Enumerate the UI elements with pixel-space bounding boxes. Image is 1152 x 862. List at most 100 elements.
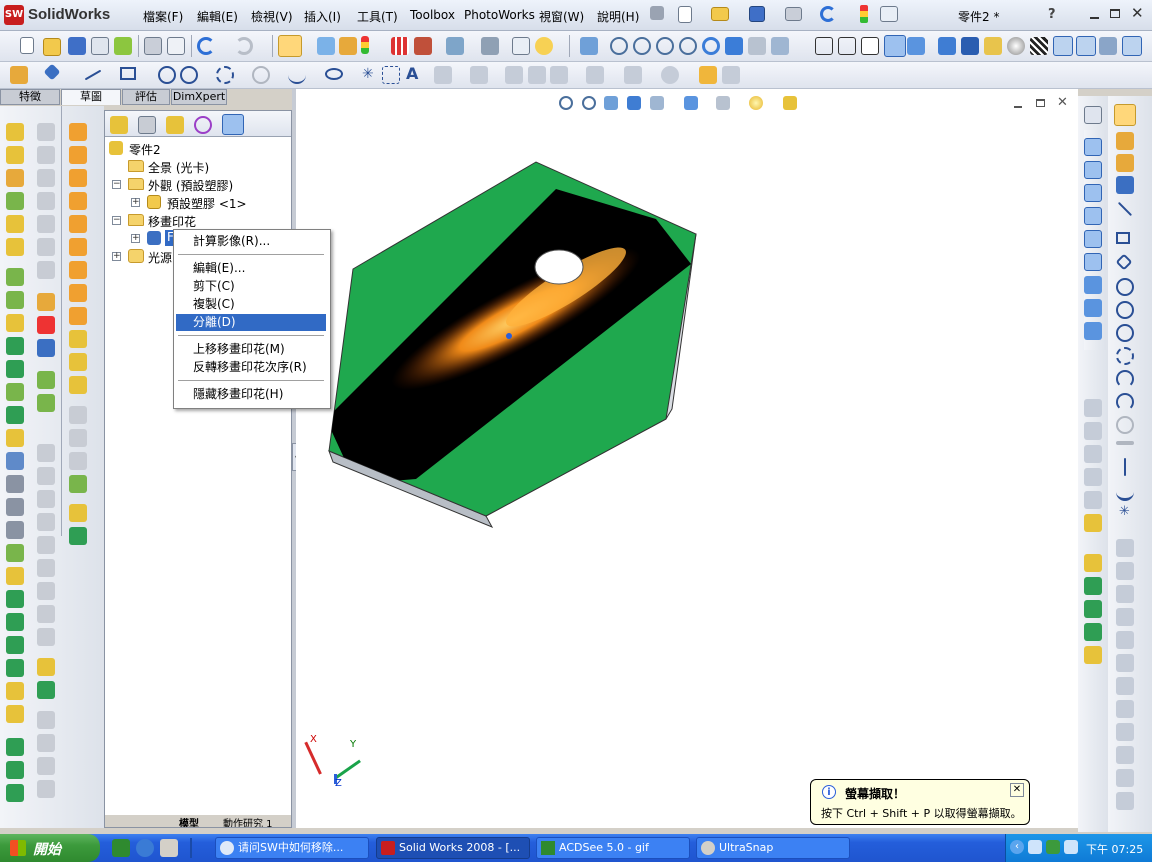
3d-sketch-icon[interactable] xyxy=(1116,154,1134,172)
taskbar-item-browser[interactable]: 请问SW中如何移除... xyxy=(215,837,369,859)
right-view-4-icon[interactable] xyxy=(1084,468,1102,486)
extrude-icon[interactable] xyxy=(6,123,24,141)
menu-photoworks[interactable]: PhotoWorks xyxy=(464,8,535,22)
rebuild-icon[interactable] xyxy=(317,37,335,55)
split-icon[interactable] xyxy=(6,498,24,516)
sweep-icon[interactable] xyxy=(6,169,24,187)
menu-tools[interactable]: 工具(T) xyxy=(357,8,398,25)
print-preview-icon[interactable] xyxy=(167,37,185,55)
menu-view[interactable]: 檢視(V) xyxy=(251,8,293,25)
right-view-10-icon[interactable] xyxy=(1084,623,1102,641)
back-view-icon[interactable] xyxy=(1084,161,1102,179)
sheetmetal-flange-icon[interactable] xyxy=(69,169,87,187)
move-right-icon[interactable] xyxy=(1116,700,1134,718)
rectangle-icon[interactable] xyxy=(120,67,136,80)
left-view-icon[interactable] xyxy=(1084,184,1102,202)
restore-icon[interactable] xyxy=(1110,9,1120,18)
save-icon[interactable] xyxy=(749,6,765,22)
properties-icon[interactable] xyxy=(91,37,109,55)
revolve-icon[interactable] xyxy=(6,146,24,164)
curve-icon[interactable] xyxy=(6,659,24,677)
view-up-icon[interactable] xyxy=(1084,106,1102,124)
line-right-icon[interactable] xyxy=(1117,201,1133,217)
select-arrow-icon[interactable] xyxy=(278,35,302,57)
explode-icon[interactable] xyxy=(481,37,499,55)
open-icon[interactable] xyxy=(43,38,61,56)
expand-icon[interactable]: + xyxy=(131,234,140,243)
undo-icon[interactable] xyxy=(820,6,836,22)
hole-icon[interactable] xyxy=(6,360,24,378)
isometric-view-icon[interactable] xyxy=(1084,276,1102,294)
shadows-icon[interactable] xyxy=(1030,37,1048,55)
dimension-right-icon[interactable] xyxy=(1116,176,1134,194)
fillet-bead-icon[interactable] xyxy=(69,527,87,545)
loft-icon[interactable] xyxy=(6,192,24,210)
freeform-icon[interactable] xyxy=(6,613,24,631)
sketch-move-icon[interactable] xyxy=(37,339,55,357)
centerpoint-arc-right-icon[interactable] xyxy=(1116,393,1134,411)
ctx-edit[interactable]: 編輯(E)... xyxy=(176,260,326,277)
top-view-icon[interactable] xyxy=(1084,230,1102,248)
3point-arc-right-icon[interactable] xyxy=(1116,370,1134,388)
realview-icon[interactable] xyxy=(1007,37,1025,55)
point-right-icon[interactable]: ✳ xyxy=(1119,504,1130,519)
shaded-with-edges-icon[interactable] xyxy=(884,35,906,57)
pattern-icon[interactable] xyxy=(550,66,568,84)
ctx-render-image[interactable]: 計算影像(R)... xyxy=(176,233,326,250)
open-folder-icon[interactable] xyxy=(711,7,729,21)
sheetmetal-form-tool-icon[interactable] xyxy=(69,376,87,394)
sheetmetal-unfold-icon[interactable] xyxy=(69,215,87,233)
ctx-hide-decal[interactable]: 隱藏移畫印花(H) xyxy=(176,386,326,403)
sheetmetal-fold-icon[interactable] xyxy=(69,238,87,256)
graphics-area[interactable]: ✕ X Y Z i 螢幕擷取！ 按下 Ctrl + Shift + P 以取得螢… xyxy=(296,89,1078,828)
reference-plane-icon[interactable] xyxy=(6,705,24,723)
rotate-right-icon[interactable] xyxy=(1116,746,1134,764)
gusset-icon[interactable] xyxy=(69,504,87,522)
point-icon[interactable]: ✳ xyxy=(362,66,374,82)
part-model[interactable] xyxy=(296,89,1078,828)
taskbar-item-solidworks[interactable]: Solid Works 2008 - [... xyxy=(376,837,530,859)
instant-3d-icon[interactable] xyxy=(722,66,740,84)
ellipse-icon[interactable] xyxy=(325,68,343,80)
menu-insert[interactable]: 插入(I) xyxy=(304,8,341,25)
featuremanager-tab-icon[interactable] xyxy=(110,116,128,134)
bottom-view-icon[interactable] xyxy=(1084,253,1102,271)
circular-pattern-right-icon[interactable] xyxy=(1116,677,1134,695)
rectangle-right-icon[interactable] xyxy=(1116,232,1130,244)
wrap-icon[interactable] xyxy=(6,406,24,424)
pattern-feature-icon[interactable] xyxy=(6,738,24,756)
cube-views-icon[interactable] xyxy=(984,37,1002,55)
spline-right-icon[interactable] xyxy=(1116,441,1134,445)
boundary-icon[interactable] xyxy=(6,590,24,608)
copy-right-icon[interactable] xyxy=(1116,723,1134,741)
indent-icon[interactable] xyxy=(6,475,24,493)
sheetmetal-convert-icon[interactable] xyxy=(69,146,87,164)
collapse-icon[interactable]: − xyxy=(112,216,121,225)
trimetric-view-icon[interactable] xyxy=(1084,299,1102,317)
tab-features[interactable]: 特徵 xyxy=(0,89,60,105)
menu-help[interactable]: 說明(H) xyxy=(597,8,639,25)
centerline-right-icon[interactable] xyxy=(1124,458,1126,476)
right-view-2-icon[interactable] xyxy=(1084,422,1102,440)
circle-icon[interactable] xyxy=(158,66,176,84)
select-icon[interactable] xyxy=(1114,104,1136,126)
mirror-icon[interactable] xyxy=(434,66,452,84)
undo-toolbar-icon[interactable] xyxy=(197,37,215,55)
offset-icon[interactable] xyxy=(470,66,488,84)
quicklaunch-ie-icon[interactable] xyxy=(136,839,154,857)
volume-icon[interactable] xyxy=(1064,840,1078,854)
tab-evaluate[interactable]: 評估 xyxy=(122,89,170,105)
section-view-icon[interactable] xyxy=(938,37,956,55)
save-toolbar-icon[interactable] xyxy=(68,37,86,55)
minimize-icon[interactable] xyxy=(1090,17,1099,19)
right-view-8-icon[interactable] xyxy=(1084,577,1102,595)
ctx-detach[interactable]: 分離(D) xyxy=(176,314,326,331)
standard-views-icon[interactable] xyxy=(771,37,789,55)
offset-right-icon[interactable] xyxy=(1116,562,1134,580)
taskbar-item-acdsee[interactable]: ACDSee 5.0 - gif xyxy=(536,837,690,859)
right-view-11-icon[interactable] xyxy=(1084,646,1102,664)
help-toolbar-icon[interactable] xyxy=(535,37,553,55)
assembly-icon[interactable] xyxy=(446,37,464,55)
tab-dimxpert[interactable]: DimXpert xyxy=(171,89,227,105)
camera-icon[interactable] xyxy=(1099,37,1117,55)
